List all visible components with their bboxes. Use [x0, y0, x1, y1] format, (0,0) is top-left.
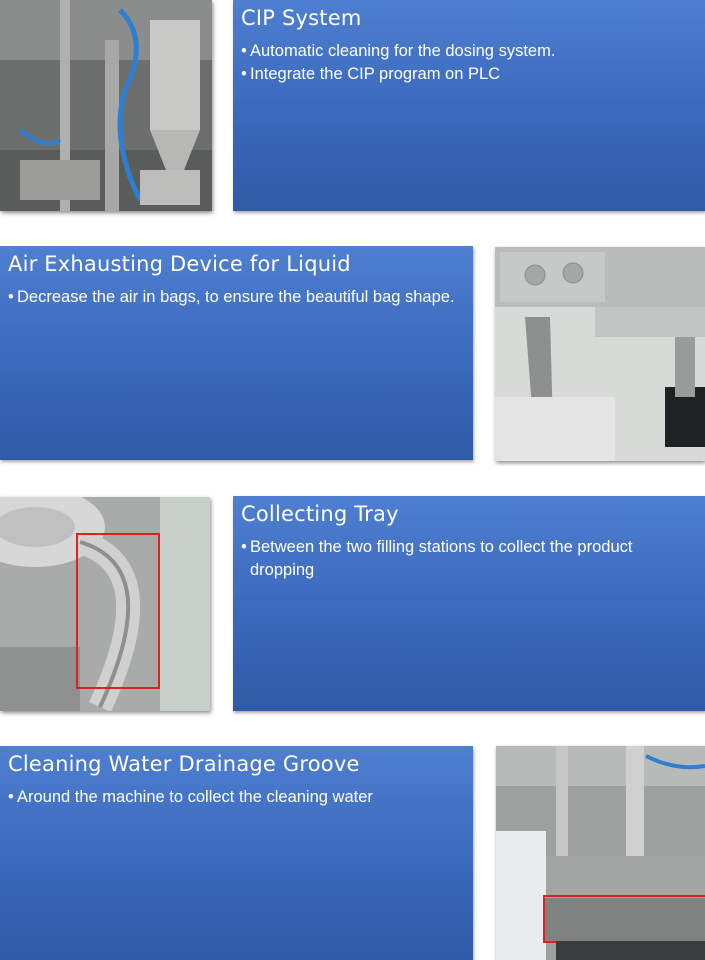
bullet-glyph: • [241, 42, 247, 60]
section-title: Cleaning Water Drainage Groove [8, 752, 360, 776]
bullet-list: • Decrease the air in bags, to ensure the… [0, 286, 473, 309]
bullet-text: Automatic cleaning for the dosing system… [250, 42, 556, 60]
bullet-list: • Automatic cleaning for the dosing syste… [233, 40, 705, 86]
bullet-item: • Automatic cleaning for the dosing syste… [241, 40, 697, 63]
drainage-groove-photo [496, 746, 705, 960]
bullet-item: • Integrate the CIP program on PLC [241, 63, 697, 86]
bullet-list: • Between the two filling stations to col… [233, 536, 705, 582]
bullet-glyph: • [8, 288, 14, 306]
drainage-groove-panel: Cleaning Water Drainage Groove • Around t… [0, 746, 473, 960]
air-exhausting-photo [495, 247, 705, 461]
cip-system-photo [0, 0, 212, 211]
bullet-glyph: • [8, 788, 14, 806]
section-title: Air Exhausting Device for Liquid [8, 252, 351, 276]
bullet-text: Decrease the air in bags, to ensure the … [17, 288, 455, 306]
bullet-glyph: • [241, 538, 247, 556]
bullet-text: Integrate the CIP program on PLC [250, 65, 501, 83]
bullet-list: • Around the machine to collect the clean… [0, 786, 473, 809]
bullet-text: Around the machine to collect the cleani… [17, 788, 373, 806]
section-title: CIP System [241, 6, 362, 30]
air-exhausting-panel: Air Exhausting Device for Liquid • Decrea… [0, 246, 473, 460]
bullet-item: • Decrease the air in bags, to ensure the… [8, 286, 465, 309]
bullet-item: • Around the machine to collect the clean… [8, 786, 465, 809]
bullet-item: • Between the two filling stations to col… [241, 536, 697, 582]
collecting-tray-panel: Collecting Tray • Between the two filling… [233, 496, 705, 711]
bullet-glyph: • [241, 65, 247, 83]
bullet-text: Between the two filling stations to coll… [250, 538, 633, 579]
collecting-tray-photo [0, 497, 210, 711]
section-title: Collecting Tray [241, 502, 399, 526]
cip-system-panel: CIP System • Automatic cleaning for the d… [233, 0, 705, 211]
